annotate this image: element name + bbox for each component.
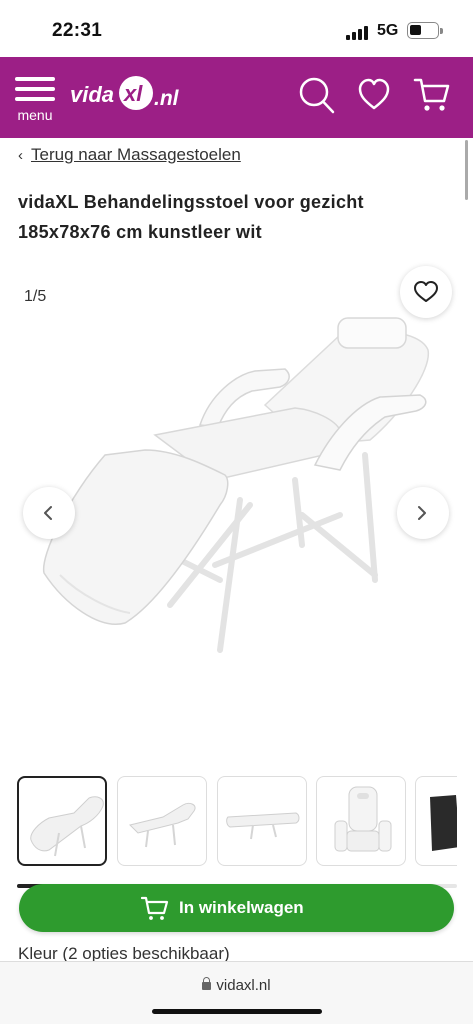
- battery-icon: [407, 22, 443, 39]
- chevron-left-icon: [44, 506, 52, 520]
- breadcrumb[interactable]: ‹ Terug naar Massagestoelen: [18, 145, 241, 165]
- network-type: 5G: [377, 22, 399, 39]
- home-indicator[interactable]: [152, 1009, 322, 1014]
- cart-button[interactable]: [413, 75, 451, 115]
- product-title: vidaXL Behandelingsstoel voor gezicht 18…: [18, 192, 364, 242]
- status-bar: 22:31 5G: [0, 0, 473, 57]
- site-header: menu vida xl .nl: [0, 57, 473, 138]
- heart-icon: [358, 78, 390, 110]
- thumbnail-4[interactable]: [316, 776, 406, 866]
- thumbnail-5[interactable]: [415, 776, 457, 866]
- signal-icon: [346, 24, 372, 40]
- svg-text:.nl: .nl: [154, 87, 180, 110]
- cart-icon: [141, 896, 169, 920]
- add-to-cart-label: In winkelwagen: [179, 898, 304, 917]
- svg-text:vida: vida: [70, 82, 114, 107]
- search-icon: [299, 77, 335, 114]
- lock-icon: [202, 977, 212, 990]
- heart-icon: [414, 281, 438, 302]
- page-scrollbar[interactable]: [465, 140, 468, 200]
- product-image[interactable]: [40, 305, 440, 665]
- wishlist-button[interactable]: [357, 75, 395, 115]
- cart-icon: [413, 78, 450, 111]
- chevron-left-icon: ‹: [18, 147, 23, 164]
- thumbnail-2[interactable]: [117, 776, 207, 866]
- menu-label: menu: [17, 107, 53, 123]
- thumbnail-1[interactable]: [17, 776, 107, 866]
- breadcrumb-link[interactable]: Terug naar Massagestoelen: [31, 145, 241, 164]
- previous-image-button[interactable]: [23, 487, 75, 539]
- add-to-cart-button[interactable]: In winkelwagen: [19, 884, 454, 932]
- image-counter: 1/5: [24, 288, 47, 305]
- search-button[interactable]: [298, 75, 336, 115]
- thumbnail-3[interactable]: [217, 776, 307, 866]
- chevron-right-icon: [418, 506, 426, 520]
- status-time: 22:31: [52, 20, 103, 41]
- url-display[interactable]: vidaxl.nl: [0, 977, 473, 994]
- next-image-button[interactable]: [397, 487, 449, 539]
- menu-button[interactable]: menu: [13, 75, 57, 125]
- url-text: vidaxl.nl: [216, 977, 271, 994]
- hamburger-icon: [15, 77, 55, 81]
- vidaxl-logo[interactable]: vida xl .nl: [70, 71, 195, 117]
- svg-text:xl: xl: [123, 81, 143, 106]
- browser-url-bar[interactable]: vidaxl.nl: [0, 961, 473, 1024]
- thumbnail-strip[interactable]: [17, 776, 457, 868]
